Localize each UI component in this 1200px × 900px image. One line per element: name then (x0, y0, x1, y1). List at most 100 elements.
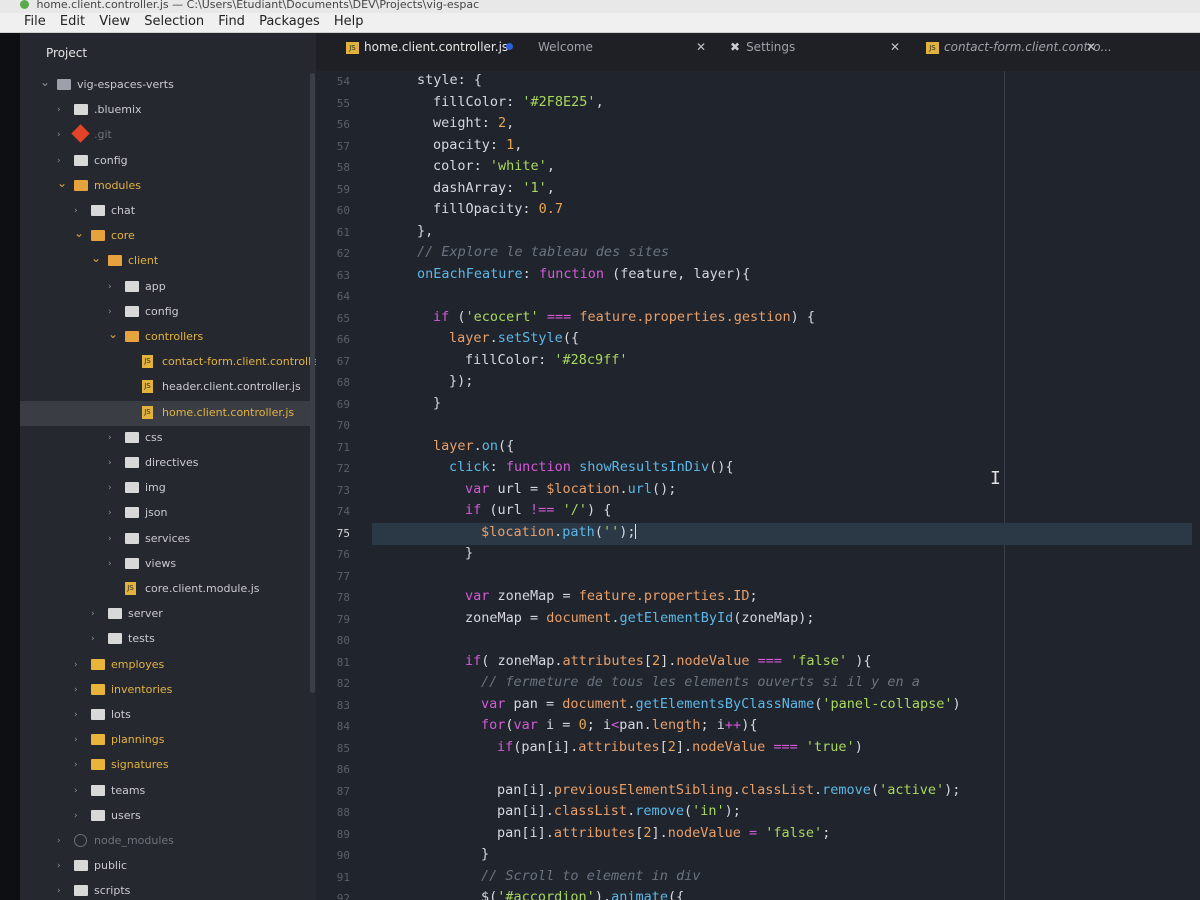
tree-item-views[interactable]: › views (20, 552, 310, 577)
chevron-right-icon[interactable]: › (74, 735, 78, 745)
chevron-right-icon[interactable]: › (91, 634, 95, 644)
tree-item-node-modules[interactable]: › node_modules (20, 829, 310, 854)
tree-item-controllers[interactable]: ⌄ controllers (20, 325, 310, 350)
tree-item-git[interactable]: › .git (20, 123, 310, 148)
folder-icon (74, 154, 88, 166)
line-number: 87 (336, 784, 350, 798)
line-number: 82 (336, 677, 350, 690)
tree-item-label: employes (111, 657, 165, 671)
tree-item-label: core (111, 229, 135, 243)
line-number: 90 (336, 849, 350, 862)
chevron-right-icon[interactable]: › (74, 685, 78, 695)
tree-item-img[interactable]: › img (20, 476, 310, 501)
chevron-down-icon[interactable]: ⌄ (91, 251, 101, 265)
tree-item-bluemix[interactable]: › .bluemix (20, 98, 310, 123)
tree-item-config[interactable]: › config (20, 300, 310, 325)
tree-item-vig-espaces-verts[interactable]: ⌄ vig-espaces-verts (20, 73, 310, 98)
line-number: 75 (336, 526, 350, 540)
chevron-right-icon[interactable]: › (57, 130, 61, 140)
chevron-right-icon[interactable]: › (74, 660, 78, 670)
code-editor[interactable]: 54 55 56 57 58 59 60 61 62 63 64 65 66 67 68 69 70 71 72 73… (316, 71, 1200, 900)
tree-item-home-client-controller-js[interactable]: JS home.client.controller.js (20, 400, 310, 426)
menu-view[interactable]: View (94, 13, 135, 31)
tab-welcome[interactable]: Welcome ✕ (538, 33, 706, 71)
chevron-right-icon[interactable]: › (108, 483, 112, 493)
chevron-down-icon[interactable]: ⌄ (108, 327, 118, 341)
tree-item-modules[interactable]: ⌄ modules (20, 174, 310, 199)
line-number: 85 (336, 741, 350, 755)
menu-file[interactable]: File (0, 13, 51, 31)
chevron-right-icon[interactable]: › (57, 861, 61, 871)
tree-item-contact-form-client-controller-js[interactable]: JS contact-form.client.controller.js (20, 350, 316, 375)
code-line: // Scroll to element in div (481, 867, 701, 884)
tree-item-services[interactable]: › services (20, 527, 310, 552)
folder-icon (91, 658, 105, 670)
line-number: 72 (336, 462, 350, 475)
tree-item-core-client-module-js[interactable]: JS core.client.module.js (20, 577, 310, 602)
chevron-down-icon[interactable]: ⌄ (40, 75, 50, 89)
chevron-right-icon[interactable]: › (74, 786, 78, 796)
tree-item-employes[interactable]: › employes (20, 653, 310, 678)
chevron-right-icon[interactable]: › (108, 307, 112, 317)
close-icon[interactable]: ✕ (696, 33, 706, 61)
tab-contact-form-controller[interactable]: JS contact-form.client.contro... ✕ (926, 33, 1112, 71)
menu-find[interactable]: Find (213, 13, 250, 31)
chevron-right-icon[interactable]: › (108, 559, 112, 569)
tree-item-plannings[interactable]: › plannings (20, 728, 310, 753)
chevron-right-icon[interactable]: › (57, 836, 61, 846)
line-number: 55 (336, 96, 350, 110)
line-number: 56 (336, 118, 350, 131)
chevron-right-icon[interactable]: › (108, 508, 112, 518)
tree-item-label: directives (145, 456, 199, 469)
chevron-right-icon[interactable]: › (57, 105, 61, 115)
chevron-right-icon[interactable]: › (108, 458, 112, 468)
chevron-right-icon[interactable]: › (74, 710, 78, 720)
close-icon[interactable]: ✕ (1086, 33, 1096, 61)
chevron-right-icon[interactable]: › (74, 760, 78, 770)
tree-item-header-client-controller-js[interactable]: JS header.client.controller.js (20, 375, 310, 400)
tree-item-label: server (128, 607, 163, 621)
line-number: 81 (336, 655, 350, 669)
tree-item-css[interactable]: › css (20, 426, 310, 451)
tree-item-users[interactable]: › users (20, 804, 310, 829)
tree-scrollbar[interactable] (310, 73, 315, 693)
chevron-right-icon[interactable]: › (74, 811, 78, 821)
chevron-right-icon[interactable]: › (108, 433, 112, 443)
code-line: }, (417, 222, 434, 239)
close-icon[interactable]: ✕ (890, 33, 900, 61)
chevron-right-icon[interactable]: › (91, 609, 95, 619)
tab-home-client-controller[interactable]: JS home.client.controller.js (346, 33, 513, 71)
tree-item-json[interactable]: › json (20, 501, 310, 526)
tree-item-teams[interactable]: › teams (20, 779, 310, 804)
tree-item-core[interactable]: ⌄ core (20, 224, 310, 249)
tree-item-public[interactable]: › public (20, 854, 310, 879)
menu-help[interactable]: Help (329, 13, 369, 31)
chevron-down-icon[interactable]: ⌄ (74, 226, 84, 240)
tree-item-app[interactable]: › app (20, 275, 310, 300)
tree-item-label: views (145, 556, 177, 570)
tree-item-chat[interactable]: › chat (20, 199, 310, 224)
tree-item-server[interactable]: › server (20, 602, 310, 627)
code-line: // fermeture de tous les elements ouvert… (481, 674, 920, 690)
tree-item-inventories[interactable]: › inventories (20, 678, 310, 703)
tree-item-label: json (145, 506, 168, 520)
chevron-right-icon[interactable]: › (74, 206, 78, 216)
tree-item-scripts[interactable]: › scripts (20, 879, 310, 900)
menu-packages[interactable]: Packages (254, 13, 325, 31)
tree-item-directives[interactable]: › directives (20, 451, 310, 476)
chevron-right-icon[interactable]: › (108, 282, 112, 292)
menu-selection[interactable]: Selection (139, 13, 209, 31)
chevron-right-icon[interactable]: › (57, 886, 61, 896)
menu-edit[interactable]: Edit (55, 13, 90, 31)
code-line: click: function showResultsInDiv(){ (449, 459, 734, 475)
tab-settings[interactable]: ✖ Settings ✕ (730, 33, 900, 71)
tree-item-tests[interactable]: › tests (20, 627, 310, 652)
tree-item-signatures[interactable]: › signatures (20, 753, 310, 778)
tree-item-client[interactable]: ⌄ client (20, 249, 310, 274)
tree-item-lots[interactable]: › lots (20, 703, 310, 728)
code-line: } (465, 545, 474, 561)
chevron-right-icon[interactable]: › (57, 156, 61, 166)
chevron-right-icon[interactable]: › (108, 534, 112, 544)
tree-item-config[interactable]: › config (20, 149, 310, 174)
chevron-down-icon[interactable]: ⌄ (57, 176, 67, 190)
